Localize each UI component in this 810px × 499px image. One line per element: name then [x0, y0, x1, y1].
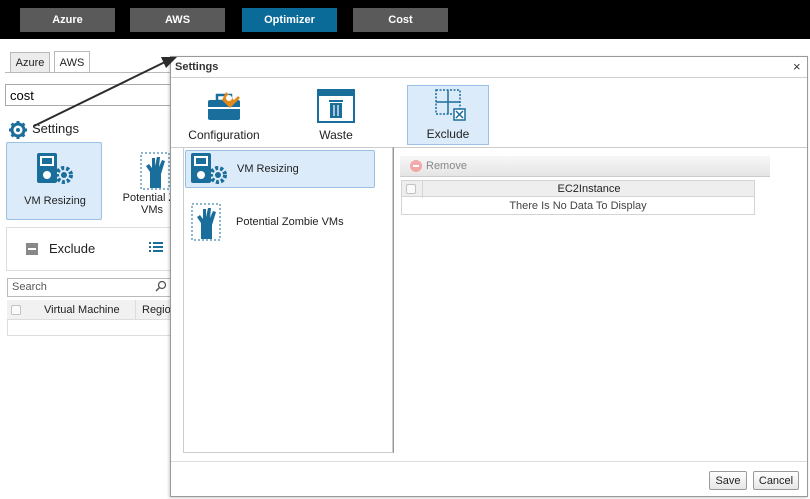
- exclude-grid-icon: [428, 87, 468, 123]
- remove-icon: [410, 160, 422, 172]
- potential-zombie-card[interactable]: Potential Zo VMs: [112, 150, 170, 220]
- list-icon[interactable]: [149, 241, 163, 253]
- column-divider: [135, 300, 136, 320]
- close-icon[interactable]: ×: [793, 59, 801, 74]
- vm-resize-icon: [35, 151, 75, 187]
- remove-button[interactable]: Remove: [426, 160, 467, 172]
- panel-divider: [393, 147, 394, 453]
- column-header[interactable]: Regio: [142, 304, 171, 316]
- select-all-checkbox[interactable]: [11, 305, 21, 315]
- empty-grid-message: There Is No Data To Display: [401, 197, 755, 215]
- search-input[interactable]: [5, 84, 175, 106]
- nav-azure-button[interactable]: Azure: [20, 8, 115, 32]
- ribbon-configuration-button[interactable]: Configuration: [183, 85, 265, 145]
- zombie-hand-icon: [140, 152, 170, 190]
- list-item-label: VM Resizing: [237, 163, 299, 175]
- save-button[interactable]: Save: [709, 471, 747, 490]
- card-label: Potential Zo VMs: [122, 192, 170, 216]
- vm-resizing-card[interactable]: VM Resizing: [6, 142, 102, 220]
- settings-list: [183, 147, 393, 453]
- exclude-grid-header: EC2Instance: [401, 180, 756, 198]
- vm-resize-icon: [189, 151, 229, 187]
- tab-divider: [5, 72, 170, 73]
- cancel-button[interactable]: Cancel: [753, 471, 799, 490]
- settings-heading: Settings: [32, 121, 79, 136]
- column-header-ec2instance[interactable]: EC2Instance: [422, 183, 756, 195]
- nav-optimizer-button[interactable]: Optimizer: [242, 8, 337, 32]
- list-item-potential-zombie-vms[interactable]: Potential Zombie VMs: [185, 203, 375, 241]
- zombie-hand-icon: [190, 203, 230, 241]
- select-all-checkbox[interactable]: [406, 184, 416, 194]
- list-item-vm-resizing[interactable]: VM Resizing: [185, 150, 375, 188]
- list-item-label: Potential Zombie VMs: [236, 216, 344, 228]
- ribbon-waste-button[interactable]: Waste: [295, 85, 377, 145]
- minus-icon: [26, 243, 38, 255]
- tab-aws[interactable]: AWS: [54, 51, 90, 73]
- exclude-toolbar: Exclude: [6, 227, 176, 271]
- search-icon[interactable]: [155, 280, 167, 292]
- gear-icon: [8, 120, 28, 140]
- nav-aws-button[interactable]: AWS: [130, 8, 225, 32]
- grid-toolbar: Remove: [400, 156, 770, 177]
- grid-search-input[interactable]: Search: [7, 278, 172, 297]
- ribbon-label: Exclude: [426, 127, 470, 141]
- toolbox-icon: [204, 88, 244, 124]
- title-divider: [171, 77, 807, 78]
- vm-grid-header: Virtual Machine Regio: [7, 300, 172, 320]
- settings-dialog: Settings × Configuration Waste Exclude V…: [170, 56, 808, 497]
- tab-azure[interactable]: Azure: [10, 52, 50, 72]
- nav-cost-button[interactable]: Cost: [353, 8, 448, 32]
- dialog-title: Settings: [175, 61, 219, 73]
- footer-divider: [171, 461, 807, 462]
- column-header[interactable]: Virtual Machine: [44, 304, 120, 316]
- ribbon-label: Configuration: [188, 128, 260, 142]
- card-label: VM Resizing: [24, 195, 86, 207]
- trash-window-icon: [316, 88, 356, 124]
- exclude-button[interactable]: Exclude: [49, 241, 95, 256]
- ribbon-label: Waste: [319, 128, 353, 142]
- ribbon-exclude-button[interactable]: Exclude: [407, 85, 489, 145]
